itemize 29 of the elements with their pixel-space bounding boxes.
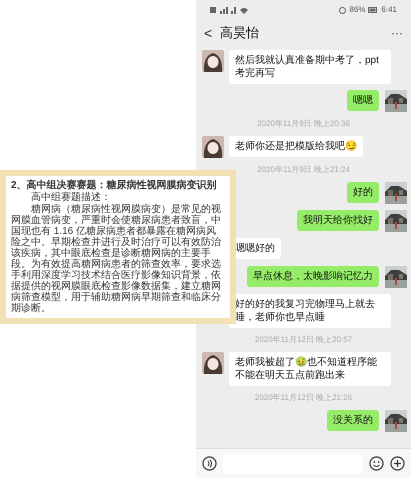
- emoji-icon[interactable]: [369, 456, 384, 471]
- timestamp: 2020年11月9日 晚上20:36: [257, 119, 350, 129]
- plus-icon[interactable]: [390, 456, 405, 471]
- voice-icon[interactable]: [202, 456, 217, 471]
- avatar-icon: [202, 352, 224, 374]
- alarm-icon: [339, 6, 346, 14]
- document-paragraph: 糖网病（糖尿病性视网膜病变）是常见的视网膜血管病变，严重时会使糖尿病患者致盲，中国现也有 1.16 亿糖尿病患者都暴露在糖网病风险之中。早期检查并进行及时治疗可以有效防治该疾病，其中眼底检查是诊断糖网病的主要手段。为有效提高糖网病患者的筛查效率，要求选手利用深度学习技术结合医疗影像知识背景，依据提供的视网膜眼底检查影像数据集，建立糖网病筛查模型，用于辅助糖网病早期筛查和临床分期诊断。: [11, 204, 222, 314]
- clock: 6:41: [381, 4, 397, 16]
- timestamp: 2020年11月12日 晚上20:57: [254, 335, 352, 345]
- timestamp: 2020年11月12日 晚上21:26: [254, 393, 352, 403]
- chat-title: 高昊怡: [220, 24, 260, 42]
- avatar-icon: [202, 50, 224, 72]
- document-heading: 2、高中组决赛赛题：糖尿病性视网膜病变识别: [11, 180, 218, 191]
- signal-icon: [210, 6, 250, 14]
- received-message: 老师你还是把模版给我吧😏: [229, 136, 363, 157]
- sent-message: 好的: [347, 182, 379, 203]
- timestamp: 2020年11月9日 晚上21:24: [257, 165, 350, 175]
- battery-icon: [368, 7, 378, 13]
- back-button[interactable]: <: [204, 22, 212, 44]
- sent-message: 我明天给你找好: [297, 210, 379, 231]
- avatar-icon: [202, 136, 224, 158]
- more-button[interactable]: ···: [391, 24, 403, 42]
- sent-message: 没关系的: [327, 410, 379, 431]
- battery-level: 86%: [349, 4, 366, 16]
- received-message: 然后我就认真准备期中考了，ppt考完再写: [229, 50, 391, 84]
- received-message: 老师我被超了🤢也不知道程序能不能在明天五点前跑出来: [229, 352, 391, 386]
- sent-message: 早点休息，太晚影响记忆力: [247, 266, 379, 287]
- document-subheading: 高中组赛题描述：: [30, 192, 112, 203]
- sent-message: 嗯嗯: [347, 90, 379, 111]
